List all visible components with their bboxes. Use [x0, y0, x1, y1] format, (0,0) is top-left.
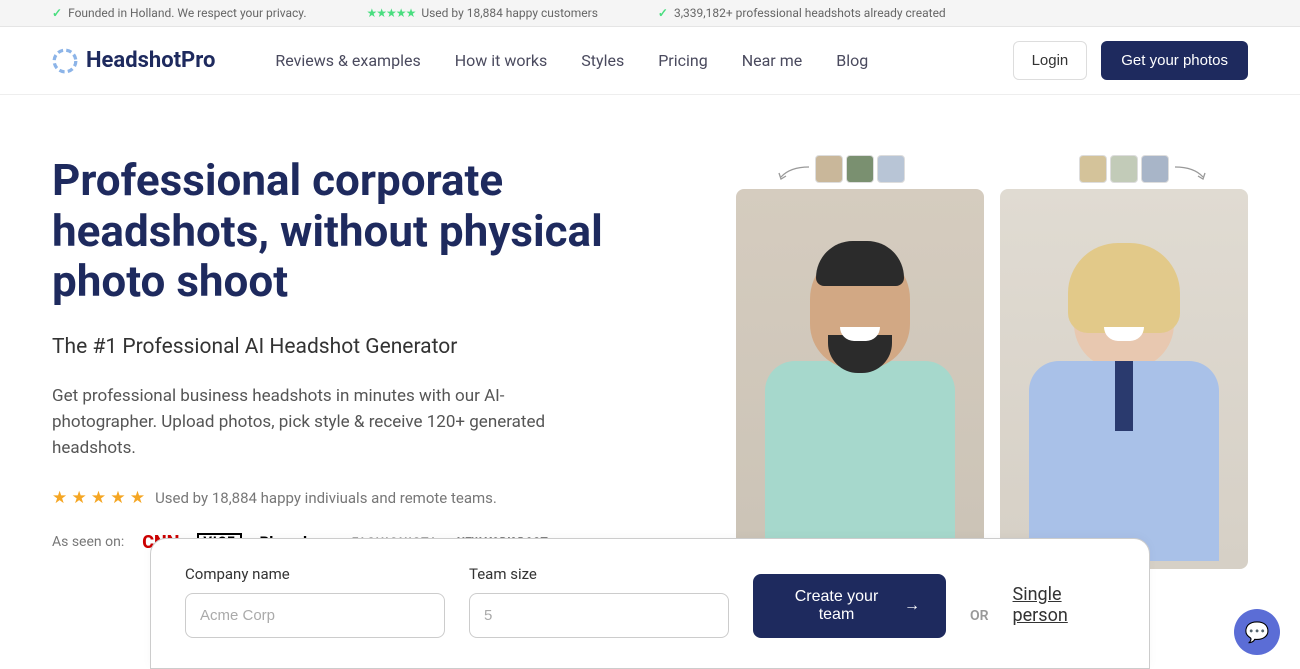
- login-button[interactable]: Login: [1013, 41, 1088, 80]
- hero-title: Professional corporate headshots, withou…: [52, 155, 652, 307]
- topbar-headshots: ✓ 3,339,182+ professional headshots alre…: [658, 6, 946, 20]
- topbar-privacy: ✓ Founded in Holland. We respect your pr…: [52, 6, 307, 20]
- check-icon: ✓: [52, 6, 62, 20]
- nav-near-me[interactable]: Near me: [742, 51, 803, 70]
- arrow-right-icon: →: [904, 597, 920, 615]
- stars-icon: ★★★★★: [367, 6, 416, 20]
- rating-row: ★ ★ ★ ★ ★ Used by 18,884 happy indiviual…: [52, 488, 652, 508]
- navbar: HeadshotPro Reviews & examples How it wo…: [0, 27, 1300, 95]
- hero-description: Get professional business headshots in m…: [52, 383, 592, 462]
- company-field-group: Company name: [185, 565, 445, 638]
- thumbnail-image: [815, 155, 843, 183]
- brand-logo[interactable]: HeadshotPro: [52, 48, 215, 74]
- nav-blog[interactable]: Blog: [836, 51, 868, 70]
- headshot-image-male: [736, 189, 984, 569]
- hero-left: Professional corporate headshots, withou…: [52, 155, 652, 569]
- team-size-field-group: Team size: [469, 565, 729, 638]
- hero-section: Professional corporate headshots, withou…: [0, 95, 1300, 569]
- stars-icon: ★ ★ ★ ★ ★: [52, 488, 145, 508]
- or-divider: OR: [970, 608, 989, 638]
- brand-text: HeadshotPro: [86, 48, 215, 73]
- thumbnail-image: [846, 155, 874, 183]
- arrow-left-icon: [775, 163, 811, 183]
- chat-widget-button[interactable]: 💬: [1234, 609, 1280, 655]
- thumbnail-image: [877, 155, 905, 183]
- photo-column-1: [736, 155, 984, 569]
- create-team-label: Create your team: [779, 588, 894, 624]
- thumbnail-image: [1110, 155, 1138, 183]
- hero-subtitle: The #1 Professional AI Headshot Generato…: [52, 335, 652, 359]
- create-team-button[interactable]: Create your team →: [753, 574, 946, 638]
- as-seen-label: As seen on:: [52, 534, 124, 550]
- topbar-customers: ★★★★★ Used by 18,884 happy customers: [367, 6, 598, 20]
- topbar-headshots-text: 3,339,182+ professional headshots alread…: [674, 6, 946, 20]
- topbar-customers-text: Used by 18,884 happy customers: [421, 6, 598, 20]
- company-label: Company name: [185, 565, 445, 583]
- top-status-bar: ✓ Founded in Holland. We respect your pr…: [0, 0, 1300, 27]
- single-person-link[interactable]: Single person: [1013, 584, 1115, 638]
- thumbnail-image: [1079, 155, 1107, 183]
- thumbnail-image: [1141, 155, 1169, 183]
- thumbnails-row: [1079, 155, 1169, 183]
- team-form-card: Company name Team size Create your team …: [150, 538, 1150, 669]
- company-input[interactable]: [185, 593, 445, 638]
- nav-actions: Login Get your photos: [1013, 41, 1248, 80]
- thumbnails-row: [815, 155, 905, 183]
- team-size-label: Team size: [469, 565, 729, 583]
- nav-pricing[interactable]: Pricing: [658, 51, 708, 70]
- nav-styles[interactable]: Styles: [581, 51, 624, 70]
- chat-icon: 💬: [1245, 620, 1270, 644]
- rating-text: Used by 18,884 happy indiviuals and remo…: [155, 489, 497, 507]
- nav-how-it-works[interactable]: How it works: [455, 51, 548, 70]
- nav-reviews[interactable]: Reviews & examples: [275, 51, 420, 70]
- team-size-input[interactable]: [469, 593, 729, 638]
- get-photos-button[interactable]: Get your photos: [1101, 41, 1248, 80]
- arrow-right-icon: [1173, 163, 1209, 183]
- aperture-icon: [52, 48, 78, 74]
- hero-right: [682, 155, 1248, 569]
- check-icon: ✓: [658, 6, 668, 20]
- photo-column-2: [1000, 155, 1248, 569]
- headshot-image-female: [1000, 189, 1248, 569]
- topbar-privacy-text: Founded in Holland. We respect your priv…: [68, 6, 306, 20]
- nav-links: Reviews & examples How it works Styles P…: [275, 51, 1012, 70]
